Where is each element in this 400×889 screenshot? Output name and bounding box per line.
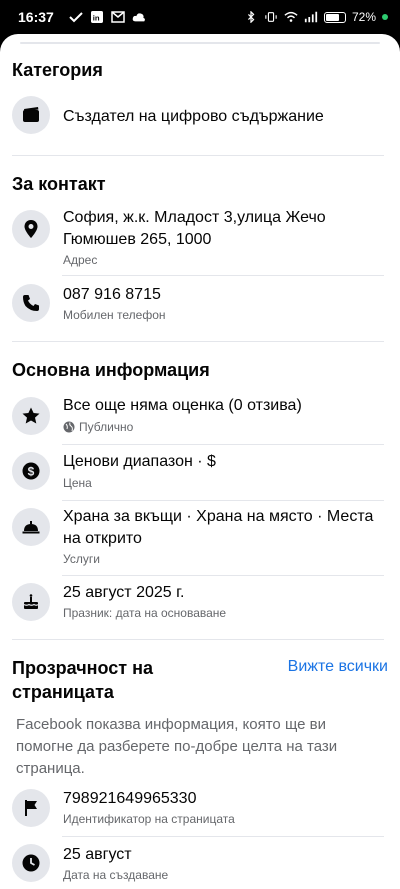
rating-label: Публично xyxy=(79,420,134,434)
page-id-label: Идентификатор на страницата xyxy=(63,812,235,826)
created-label: Дата на създаване xyxy=(63,868,169,882)
page-about-sheet[interactable]: Категория Създател на цифрово съдържание… xyxy=(0,34,400,889)
check-icon xyxy=(69,12,83,23)
section-divider xyxy=(12,341,384,342)
address-label: Адрес xyxy=(63,253,98,267)
phone-label: Мобилен телефон xyxy=(63,308,166,322)
row-divider xyxy=(62,444,384,445)
founded-value[interactable]: 25 август 2025 г. xyxy=(63,582,382,604)
row-divider xyxy=(62,836,384,837)
bluetooth-icon xyxy=(247,11,255,23)
rating-value[interactable]: Все още няма оценка (0 отзива) xyxy=(63,395,382,417)
category-title: Категория xyxy=(12,60,103,80)
cake-icon xyxy=(12,583,50,621)
row-divider xyxy=(62,500,384,501)
wifi-icon xyxy=(284,11,298,22)
sheet-top-divider xyxy=(20,42,380,44)
service-bell-icon xyxy=(12,508,50,546)
category-value[interactable]: Създател на цифрово съдържание xyxy=(63,106,382,128)
mail-icon xyxy=(111,11,125,23)
signal-icon xyxy=(304,11,318,23)
phone-icon xyxy=(12,284,50,322)
row-divider xyxy=(62,575,384,576)
battery-percent: 72% xyxy=(351,10,376,24)
star-icon xyxy=(12,397,50,435)
services-value[interactable]: Храна за вкъщи · Храна на място · Места … xyxy=(63,506,382,550)
clock-icon xyxy=(12,844,50,882)
location-pin-icon xyxy=(12,210,50,248)
address-value[interactable]: София, ж.к. Младост 3,улица Жечо Гюмюшев… xyxy=(63,207,382,251)
clapperboard-icon xyxy=(12,96,50,134)
privacy-indicator-icon xyxy=(382,14,388,20)
basic-info-title: Основна информация xyxy=(12,360,210,380)
vibrate-icon xyxy=(265,12,277,22)
svg-text:in: in xyxy=(93,13,100,22)
contact-title: За контакт xyxy=(12,174,106,194)
created-value[interactable]: 25 август xyxy=(63,844,382,866)
row-divider xyxy=(62,275,384,276)
svg-text:$: $ xyxy=(28,465,35,479)
transparency-description: Facebook показва информация, която ще ви… xyxy=(16,716,338,777)
section-divider xyxy=(12,639,384,640)
status-time: 16:37 xyxy=(18,9,54,25)
price-value[interactable]: Ценови диапазон · $ xyxy=(63,451,382,473)
phone-value[interactable]: 087 916 8715 xyxy=(63,284,382,306)
price-label: Цена xyxy=(63,476,92,490)
page-id-value[interactable]: 798921649965330 xyxy=(63,788,382,810)
rating-label-row: Публично xyxy=(63,419,133,435)
services-label: Услуги xyxy=(63,552,100,566)
section-divider xyxy=(12,155,384,156)
flag-icon xyxy=(12,789,50,827)
founded-label: Празник: дата на основаване xyxy=(63,606,227,620)
battery-icon xyxy=(323,11,346,23)
globe-icon xyxy=(63,421,75,433)
status-bar: 16:37 in 72% xyxy=(0,0,400,34)
cloud-icon xyxy=(132,13,145,22)
transparency-title: Прозрачност на страницата xyxy=(12,658,153,702)
linkedin-icon: in xyxy=(90,11,103,23)
see-all-link[interactable]: Вижте всички xyxy=(288,658,388,676)
dollar-icon: $ xyxy=(12,452,50,490)
